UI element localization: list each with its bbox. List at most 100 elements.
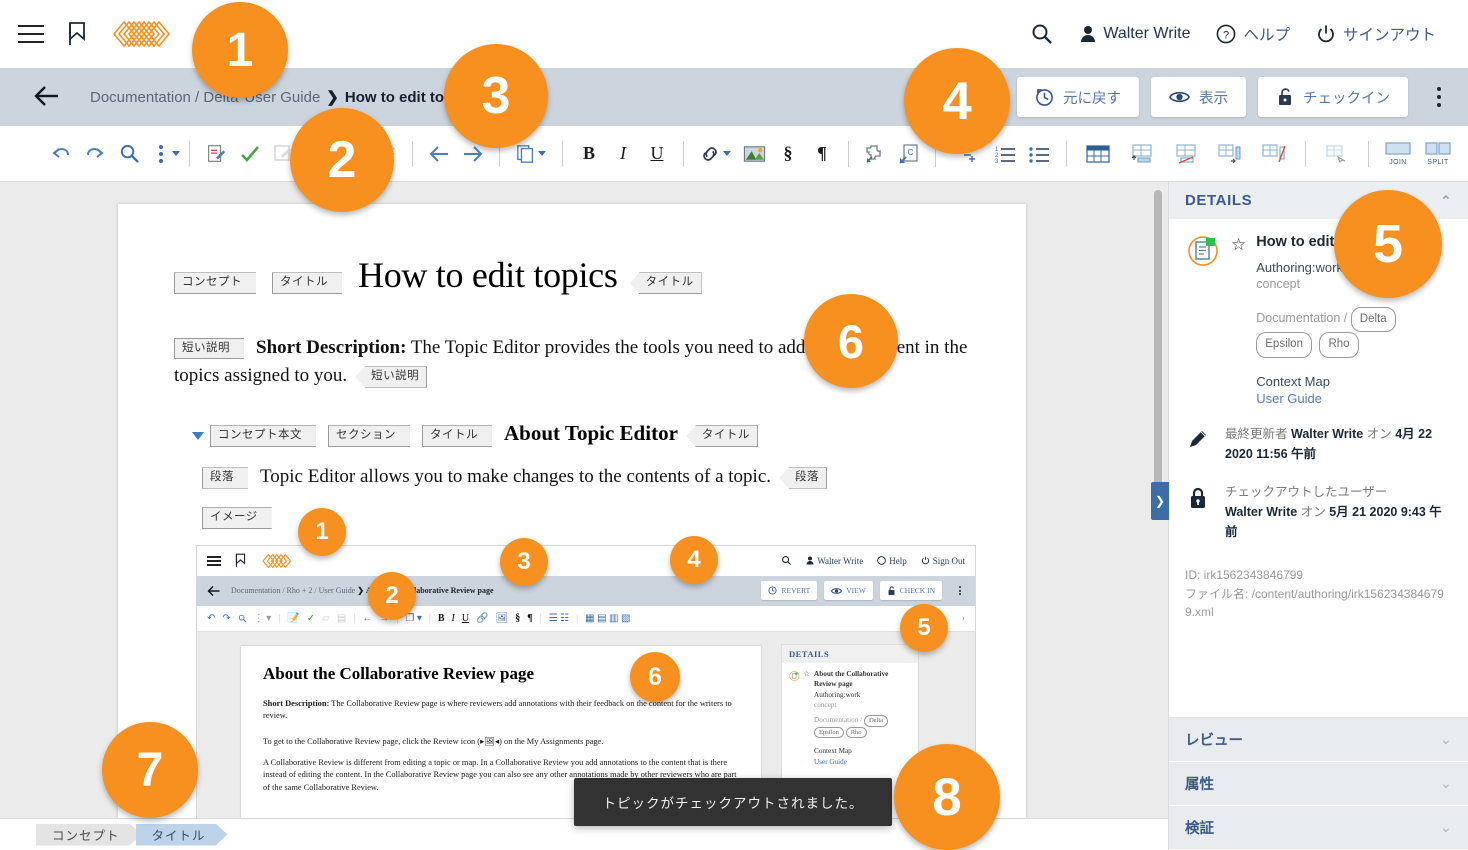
panel-collapse-handle[interactable]: ❯: [1151, 482, 1169, 520]
insert-image-icon[interactable]: [737, 137, 771, 171]
inner-table-icons: ▦ ▤ ▥ ▧: [585, 612, 631, 624]
user-name-label: Walter Write: [1103, 25, 1191, 42]
inner-breadcrumb: Documentation / Rho + 2 / User Guide ❯ A…: [231, 586, 494, 595]
redo-icon[interactable]: [78, 137, 112, 171]
inner-help: Help: [877, 556, 907, 566]
brand-logo-icon: [110, 17, 182, 51]
delete-row-icon[interactable]: [1164, 137, 1208, 171]
tag-para-open[interactable]: 段落: [202, 467, 248, 489]
inner-list-icons: ☰ ☷: [548, 612, 570, 624]
inner-view-button: VIEW: [824, 581, 873, 601]
tag-conbody[interactable]: コンセプト本文: [210, 425, 316, 448]
more-vertical-icon[interactable]: [146, 137, 180, 171]
inner-more-options-icon: [955, 586, 965, 596]
callout-badge-1: 1: [298, 508, 346, 556]
unordered-list-icon[interactable]: [1023, 137, 1057, 171]
callout-badge-6: 6: [630, 652, 680, 702]
previous-change-icon[interactable]: [422, 137, 456, 171]
topic-document[interactable]: コンセプト タイトル How to edit topics タイトル 短い説明 S…: [118, 204, 1026, 850]
back-arrow-icon[interactable]: [34, 84, 60, 110]
inner-check-icon: ✓: [306, 612, 316, 624]
details-pill-epsilon[interactable]: Epsilon: [1256, 332, 1312, 359]
checkin-button[interactable]: チェックイン: [1258, 77, 1408, 117]
details-pill-delta[interactable]: Delta: [1350, 306, 1396, 333]
bold-button[interactable]: B: [572, 137, 606, 171]
inner-prev-icon: ←: [362, 612, 373, 624]
revert-icon: [1036, 88, 1053, 106]
tag-image[interactable]: イメージ: [202, 507, 272, 530]
inner-power-icon: [921, 556, 929, 565]
insert-column-icon[interactable]: [1208, 137, 1252, 171]
chevron-up-icon[interactable]: ⌃: [1441, 193, 1453, 209]
help-button[interactable]: ? ヘルプ: [1216, 23, 1290, 45]
bookmark-icon[interactable]: [66, 21, 88, 47]
delete-column-icon[interactable]: [1252, 137, 1296, 171]
callout-badge-4: 4: [670, 536, 718, 584]
ordered-list-icon[interactable]: 123: [989, 137, 1023, 171]
accordion-attributes[interactable]: 属性 ⌄: [1169, 762, 1468, 806]
modified-prefix: 最終更新者: [1225, 427, 1288, 442]
paragraph-line: 段落 Topic Editor allows you to make change…: [174, 463, 970, 492]
inner-star-icon: ☆: [803, 669, 811, 678]
details-pill-rho[interactable]: Rho: [1319, 332, 1359, 359]
tag-shortdesc-open[interactable]: 短い説明: [174, 337, 244, 360]
validate-check-icon[interactable]: [233, 137, 267, 171]
more-options-icon[interactable]: [1426, 87, 1452, 107]
last-modified-text: 最終更新者 Walter Write オン 4月 22 2020 11:56 午…: [1225, 424, 1452, 464]
tag-section[interactable]: セクション: [328, 425, 410, 448]
breadcrumb[interactable]: Documentation / Delta User Guide ❯ How t…: [90, 88, 474, 107]
insert-conref-icon[interactable]: C: [892, 137, 926, 171]
accordion-review[interactable]: レビュー ⌄: [1169, 718, 1468, 762]
revert-button[interactable]: 元に戻す: [1017, 77, 1139, 117]
section-title-line: コンセプト本文 セクション タイトル About Topic Editor タイトル: [174, 417, 970, 450]
paragraph-marks-icon[interactable]: ¶: [805, 137, 839, 171]
tag-section-title-close[interactable]: タイトル: [685, 425, 758, 448]
find-replace-icon[interactable]: [112, 137, 146, 171]
status-crumb-concept[interactable]: コンセプト: [36, 824, 142, 846]
tag-concept[interactable]: コンセプト: [174, 272, 256, 295]
tag-para-close[interactable]: 段落: [779, 467, 828, 489]
main-area: コンセプト タイトル How to edit topics タイトル 短い説明 S…: [0, 182, 1468, 850]
tag-title-close[interactable]: タイトル: [629, 272, 702, 295]
user-menu[interactable]: Walter Write: [1080, 25, 1190, 43]
details-path-prefix: Documentation /: [1256, 310, 1348, 325]
search-icon[interactable]: [1030, 22, 1054, 46]
accordion-validation[interactable]: 検証 ⌄: [1169, 806, 1468, 850]
inner-toolbar-overflow-icon: ›: [961, 612, 965, 624]
undo-icon[interactable]: [44, 137, 78, 171]
star-icon[interactable]: ☆: [1231, 235, 1246, 406]
insert-element-icon[interactable]: [858, 137, 892, 171]
inner-toolbar: ↶↷ ⋮ ▾ | 📝 ✓ ▱ ▤ | ←→ | ❐ ▾ | B I U 🔗: [197, 606, 975, 632]
status-crumb-title[interactable]: タイトル: [136, 824, 228, 846]
join-cells-button[interactable]: JOIN: [1378, 141, 1418, 166]
collapse-triangle-icon[interactable]: [192, 432, 204, 441]
inner-track-icon: ▱: [322, 612, 330, 624]
details-header-label: DETAILS: [1185, 192, 1253, 209]
spellcheck-icon[interactable]: [199, 137, 233, 171]
view-button[interactable]: 表示: [1151, 77, 1246, 117]
accordion-attributes-label: 属性: [1185, 777, 1214, 793]
tag-shortdesc-close[interactable]: 短い説明: [355, 366, 428, 388]
hamburger-menu-icon[interactable]: [18, 25, 44, 43]
context-map-link[interactable]: User Guide: [1256, 391, 1452, 406]
italic-button[interactable]: I: [606, 137, 640, 171]
callout-badge-2: 2: [368, 572, 416, 620]
underline-button[interactable]: U: [640, 137, 674, 171]
inner-bold-icon: B: [437, 612, 445, 624]
split-cells-button[interactable]: SPLIT: [1418, 141, 1458, 166]
signout-button[interactable]: サインアウト: [1316, 23, 1436, 45]
callout-badge-2: 2: [290, 108, 394, 212]
tag-title-open[interactable]: タイトル: [272, 272, 342, 295]
split-label: SPLIT: [1427, 158, 1449, 166]
tag-section-title-open[interactable]: タイトル: [422, 425, 492, 448]
editor-scrollbar[interactable]: [1154, 190, 1162, 490]
table-properties-icon[interactable]: [1315, 137, 1359, 171]
insert-section-icon[interactable]: §: [771, 137, 805, 171]
italic-label: I: [620, 143, 626, 163]
insert-link-icon[interactable]: [693, 137, 737, 171]
checkout-user: Walter Write: [1225, 505, 1298, 520]
pilcrow-label: ¶: [817, 143, 827, 163]
insert-table-icon[interactable]: [1076, 137, 1120, 171]
insert-row-icon[interactable]: [1120, 137, 1164, 171]
callout-badge-1: 1: [192, 2, 288, 98]
